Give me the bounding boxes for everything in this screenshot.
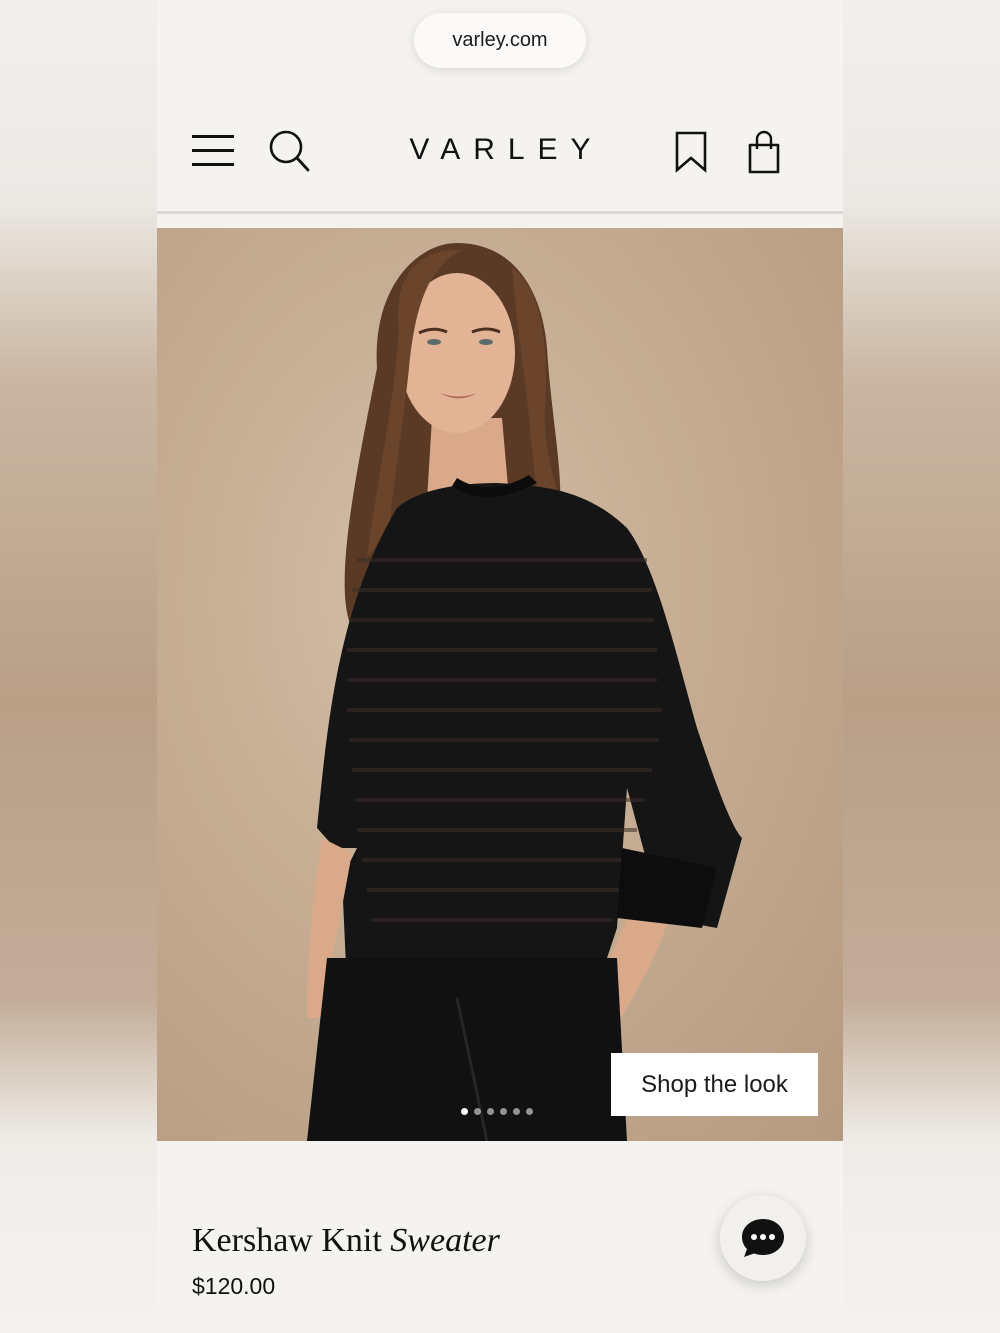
carousel-dot[interactable] bbox=[513, 1108, 520, 1115]
carousel-dot[interactable] bbox=[461, 1108, 468, 1115]
carousel-dot[interactable] bbox=[474, 1108, 481, 1115]
site-header: VARLEY bbox=[157, 100, 843, 212]
shopping-bag-icon[interactable] bbox=[747, 130, 781, 174]
carousel-dot[interactable] bbox=[526, 1108, 533, 1115]
wishlist-icon[interactable] bbox=[675, 131, 707, 173]
product-price: $120.00 bbox=[192, 1273, 276, 1299]
product-title-italic: Sweater bbox=[390, 1222, 500, 1259]
product-title-regular: Kershaw Knit bbox=[192, 1222, 382, 1259]
model-illustration bbox=[307, 243, 742, 1141]
shop-the-look-button[interactable]: Shop the look bbox=[611, 1053, 818, 1116]
mobile-page: varley.com VARLEY Shop the look Kershaw … bbox=[157, 0, 843, 1333]
product-title: Kershaw Knit Sweater bbox=[192, 1222, 500, 1260]
carousel-dot[interactable] bbox=[487, 1108, 494, 1115]
carousel-indicator[interactable] bbox=[461, 1108, 533, 1115]
product-hero-image[interactable]: Shop the look bbox=[157, 228, 843, 1141]
carousel-dot[interactable] bbox=[500, 1108, 507, 1115]
background-blur-right bbox=[843, 0, 1000, 1333]
header-divider bbox=[157, 211, 843, 214]
brand-logo[interactable]: VARLEY bbox=[157, 133, 843, 167]
address-bar[interactable]: varley.com bbox=[414, 13, 586, 68]
address-bar-url: varley.com bbox=[452, 29, 548, 51]
background-blur-left bbox=[0, 0, 157, 1333]
chat-button[interactable] bbox=[720, 1195, 806, 1281]
chat-bubble-icon bbox=[742, 1219, 784, 1257]
